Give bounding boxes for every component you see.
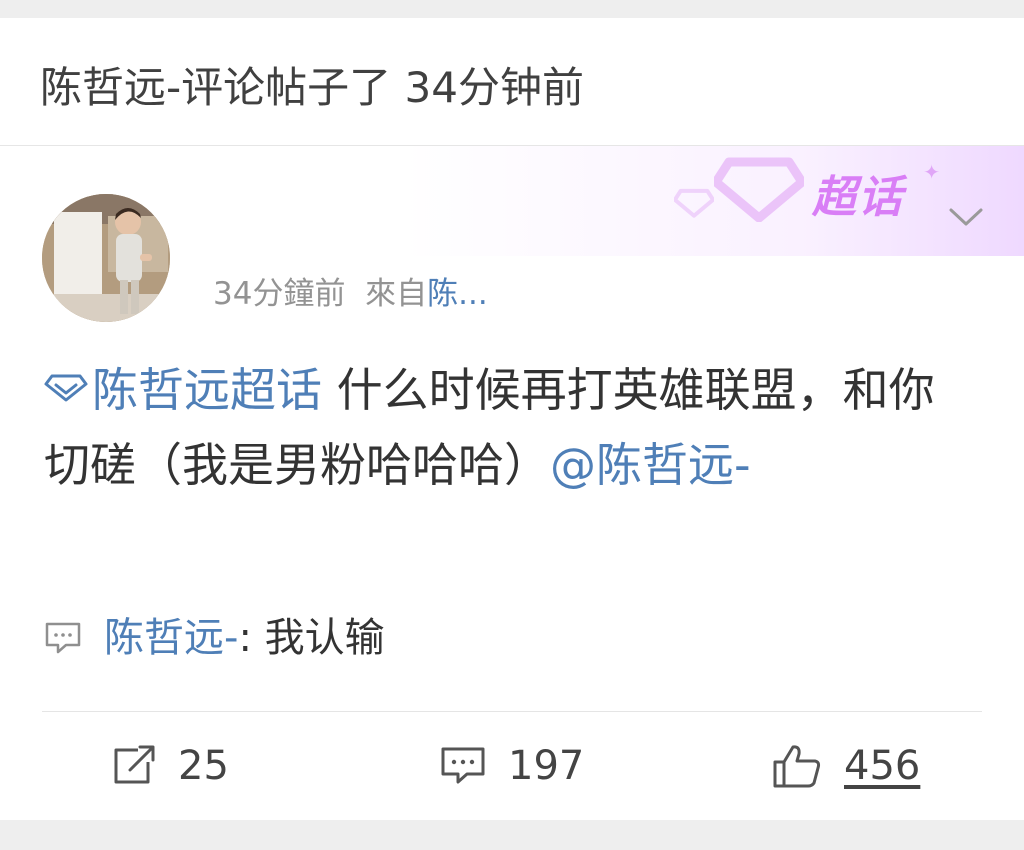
diamond-icon	[714, 157, 804, 222]
top-spacer	[0, 0, 1024, 18]
post-time: 34分鐘前	[213, 276, 346, 312]
comment-count: 197	[508, 743, 585, 789]
diamond-icon	[674, 188, 714, 218]
comment-author[interactable]: 陈哲远-	[104, 615, 238, 661]
like-button[interactable]: 456	[772, 740, 920, 792]
repost-button[interactable]: 25	[110, 740, 229, 792]
source-link[interactable]: 陈...	[427, 276, 488, 312]
comment-bubble-icon	[441, 747, 485, 784]
thumbs-up-icon	[773, 745, 821, 788]
supertopic-label: 超话	[812, 172, 904, 223]
comment-preview[interactable]: 陈哲远-: 我认输	[44, 612, 385, 664]
comment-separator: :	[238, 615, 265, 661]
mention-link[interactable]: @陈哲远-	[550, 438, 751, 492]
comment-text: 我认输	[264, 615, 385, 661]
comment-button[interactable]: 197	[440, 740, 584, 792]
sparkle-icon: ✦	[923, 160, 940, 184]
notification-header[interactable]: 陈哲远-评论帖子了 34分钟前	[0, 18, 1024, 146]
notification-text: 陈哲远-评论帖子了 34分钟前	[40, 63, 584, 112]
divider	[42, 711, 982, 712]
supertopic-link[interactable]: 陈哲远超话	[92, 363, 322, 417]
diamond-icon	[44, 374, 88, 402]
avatar[interactable]	[42, 194, 170, 322]
post-body: 陈哲远超话 什么时候再打英雄联盟，和你切磋（我是男粉哈哈哈）@陈哲远-	[44, 353, 974, 503]
share-icon	[114, 745, 155, 784]
comment-bubble-icon	[45, 622, 81, 654]
repost-count: 25	[178, 743, 229, 789]
supertopic-banner[interactable]: ✦ 超话	[404, 146, 1024, 256]
post-meta: 34分鐘前 來自陈...	[213, 274, 488, 314]
source-label: 來自	[365, 276, 428, 312]
bottom-spacer	[0, 820, 1024, 850]
chevron-down-icon[interactable]	[948, 204, 984, 230]
like-count: 456	[844, 743, 921, 789]
post-card[interactable]: ✦ 超话 34分鐘前 來自陈... 陈哲远超话 什么时候再打英雄联盟，和你切磋（…	[0, 146, 1024, 820]
avatar-photo	[42, 194, 170, 322]
